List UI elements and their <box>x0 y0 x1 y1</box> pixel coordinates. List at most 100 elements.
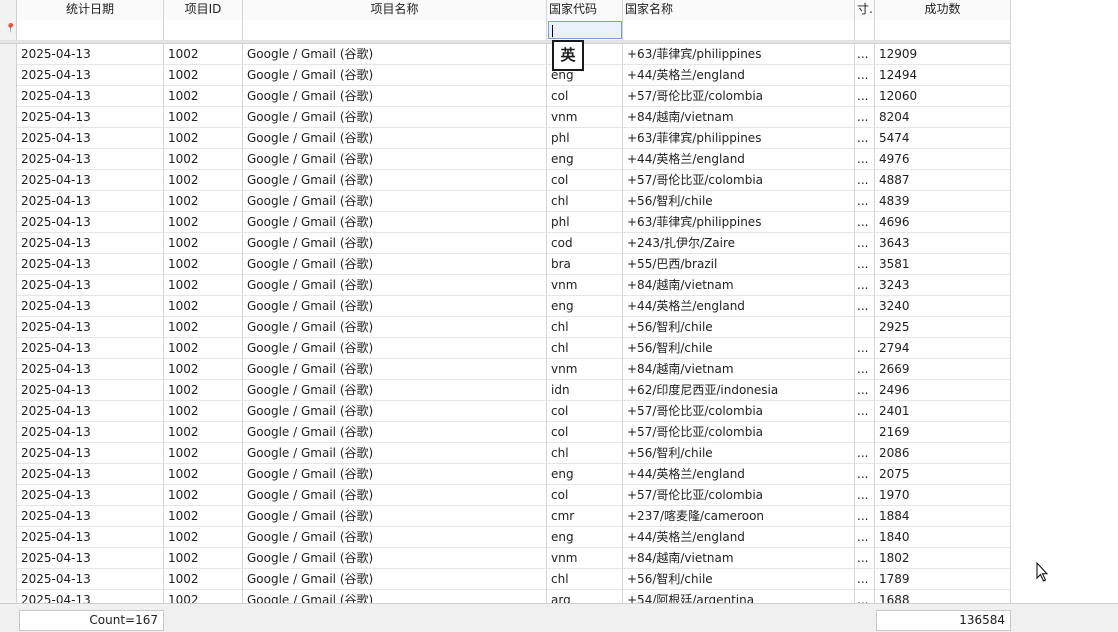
cell-truncated[interactable]: ... <box>855 191 875 212</box>
row-indicator[interactable] <box>0 506 17 527</box>
table-row[interactable]: 2025-04-13 1002 Google / Gmail (谷歌) idn +62/… <box>0 380 1011 401</box>
cell-project-id[interactable]: 1002 <box>164 380 243 401</box>
column-header-project-id[interactable]: 项目ID <box>164 0 243 20</box>
cell-country-name[interactable]: +84/越南/vietnam <box>623 548 855 569</box>
cell-country-name[interactable]: +63/菲律宾/philippines <box>623 212 855 233</box>
cell-project-id[interactable]: 1002 <box>164 422 243 443</box>
row-indicator[interactable] <box>0 401 17 422</box>
table-row[interactable]: 2025-04-13 1002 Google / Gmail (谷歌) chl +56/… <box>0 338 1011 359</box>
row-indicator[interactable] <box>0 107 17 128</box>
cell-country-code[interactable]: bra <box>547 254 623 275</box>
cell-country-code[interactable]: vnm <box>547 548 623 569</box>
column-header-success-count[interactable]: 成功数 <box>875 0 1011 20</box>
cell-country-code[interactable]: vnm <box>547 359 623 380</box>
country-code-filter-input[interactable] <box>548 21 622 39</box>
cell-project-id[interactable]: 1002 <box>164 275 243 296</box>
cell-date[interactable]: 2025-04-13 <box>17 569 164 590</box>
cell-project-id[interactable]: 1002 <box>164 569 243 590</box>
cell-country-code[interactable]: col <box>547 401 623 422</box>
cell-country-code[interactable]: arg <box>547 590 623 603</box>
cell-success-count[interactable]: 5474 <box>875 128 1011 149</box>
table-row[interactable]: 2025-04-13 1002 Google / Gmail (谷歌) bra +55/… <box>0 254 1011 275</box>
cell-project-id[interactable]: 1002 <box>164 170 243 191</box>
cell-country-code[interactable]: idn <box>547 380 623 401</box>
cell-country-name[interactable]: +55/巴西/brazil <box>623 254 855 275</box>
table-row[interactable]: 2025-04-13 1002 Google / Gmail (谷歌) vnm +84/… <box>0 359 1011 380</box>
cell-project-id[interactable]: 1002 <box>164 212 243 233</box>
row-indicator[interactable] <box>0 86 17 107</box>
cell-country-code[interactable]: chl <box>547 569 623 590</box>
cell-project-id[interactable]: 1002 <box>164 86 243 107</box>
cell-success-count[interactable]: 4696 <box>875 212 1011 233</box>
row-indicator[interactable] <box>0 380 17 401</box>
table-row[interactable]: 2025-04-13 1002 Google / Gmail (谷歌) cod +243… <box>0 233 1011 254</box>
row-indicator[interactable] <box>0 464 17 485</box>
row-indicator[interactable] <box>0 65 17 86</box>
cell-truncated[interactable]: ... <box>855 149 875 170</box>
cell-date[interactable]: 2025-04-13 <box>17 107 164 128</box>
cell-project-id[interactable]: 1002 <box>164 317 243 338</box>
cell-country-code[interactable]: col <box>547 86 623 107</box>
row-indicator[interactable] <box>0 149 17 170</box>
cell-country-code[interactable]: vnm <box>547 107 623 128</box>
filter-cell-project-name[interactable] <box>243 20 547 40</box>
cell-project-name[interactable]: Google / Gmail (谷歌) <box>243 107 547 128</box>
cell-truncated[interactable]: ... <box>855 485 875 506</box>
table-row[interactable]: 2025-04-13 1002 Google / Gmail (谷歌) eng +44/… <box>0 65 1011 86</box>
table-row[interactable]: 2025-04-13 1002 Google / Gmail (谷歌) chl +56/… <box>0 191 1011 212</box>
filter-cell-country-name[interactable] <box>623 20 855 40</box>
table-row[interactable]: 2025-04-13 1002 Google / Gmail (谷歌) col +57/… <box>0 485 1011 506</box>
cell-country-name[interactable]: +237/喀麦隆/cameroon <box>623 506 855 527</box>
cell-project-name[interactable]: Google / Gmail (谷歌) <box>243 191 547 212</box>
cell-project-id[interactable]: 1002 <box>164 233 243 254</box>
table-row[interactable]: 2025-04-13 1002 Google / Gmail (谷歌) +63/菲律宾… <box>0 44 1011 65</box>
cell-date[interactable]: 2025-04-13 <box>17 86 164 107</box>
cell-truncated[interactable]: ... <box>855 65 875 86</box>
cell-country-name[interactable]: +56/智利/chile <box>623 338 855 359</box>
cell-project-name[interactable]: Google / Gmail (谷歌) <box>243 338 547 359</box>
cell-project-name[interactable]: Google / Gmail (谷歌) <box>243 422 547 443</box>
cell-project-name[interactable]: Google / Gmail (谷歌) <box>243 254 547 275</box>
cell-project-name[interactable]: Google / Gmail (谷歌) <box>243 464 547 485</box>
cell-project-id[interactable]: 1002 <box>164 590 243 603</box>
cell-date[interactable]: 2025-04-13 <box>17 275 164 296</box>
table-row[interactable]: 2025-04-13 1002 Google / Gmail (谷歌) eng +44/… <box>0 296 1011 317</box>
cell-truncated[interactable]: ... <box>855 254 875 275</box>
cell-country-name[interactable]: +57/哥伦比亚/colombia <box>623 422 855 443</box>
cell-project-id[interactable]: 1002 <box>164 359 243 380</box>
cell-country-name[interactable]: +44/英格兰/england <box>623 149 855 170</box>
cell-project-id[interactable]: 1002 <box>164 338 243 359</box>
column-header-project-name[interactable]: 项目名称 <box>243 0 547 20</box>
cell-project-name[interactable]: Google / Gmail (谷歌) <box>243 506 547 527</box>
row-indicator[interactable] <box>0 443 17 464</box>
table-row[interactable]: 2025-04-13 1002 Google / Gmail (谷歌) phl +63/… <box>0 128 1011 149</box>
cell-project-id[interactable]: 1002 <box>164 149 243 170</box>
cell-project-id[interactable]: 1002 <box>164 401 243 422</box>
cell-country-code[interactable]: col <box>547 422 623 443</box>
cell-project-id[interactable]: 1002 <box>164 254 243 275</box>
cell-country-name[interactable]: +44/英格兰/england <box>623 296 855 317</box>
cell-date[interactable]: 2025-04-13 <box>17 254 164 275</box>
cell-project-name[interactable]: Google / Gmail (谷歌) <box>243 212 547 233</box>
table-row[interactable]: 2025-04-13 1002 Google / Gmail (谷歌) eng +44/… <box>0 149 1011 170</box>
cell-truncated[interactable]: ... <box>855 380 875 401</box>
cell-country-code[interactable]: chl <box>547 317 623 338</box>
cell-truncated[interactable]: ... <box>855 212 875 233</box>
cell-success-count[interactable]: 3243 <box>875 275 1011 296</box>
cell-date[interactable]: 2025-04-13 <box>17 464 164 485</box>
cell-country-code[interactable]: chl <box>547 191 623 212</box>
row-indicator[interactable] <box>0 422 17 443</box>
cell-success-count[interactable]: 4839 <box>875 191 1011 212</box>
cell-date[interactable]: 2025-04-13 <box>17 149 164 170</box>
table-row[interactable]: 2025-04-13 1002 Google / Gmail (谷歌) phl +63/… <box>0 212 1011 233</box>
row-indicator[interactable] <box>0 527 17 548</box>
cell-country-name[interactable]: +84/越南/vietnam <box>623 107 855 128</box>
cell-project-name[interactable]: Google / Gmail (谷歌) <box>243 401 547 422</box>
row-indicator[interactable] <box>0 212 17 233</box>
cell-truncated[interactable]: ... <box>855 128 875 149</box>
cell-truncated[interactable]: ... <box>855 590 875 603</box>
cell-success-count[interactable]: 1688 <box>875 590 1011 603</box>
cell-country-name[interactable]: +63/菲律宾/philippines <box>623 44 855 65</box>
cell-project-id[interactable]: 1002 <box>164 506 243 527</box>
cell-project-name[interactable]: Google / Gmail (谷歌) <box>243 359 547 380</box>
